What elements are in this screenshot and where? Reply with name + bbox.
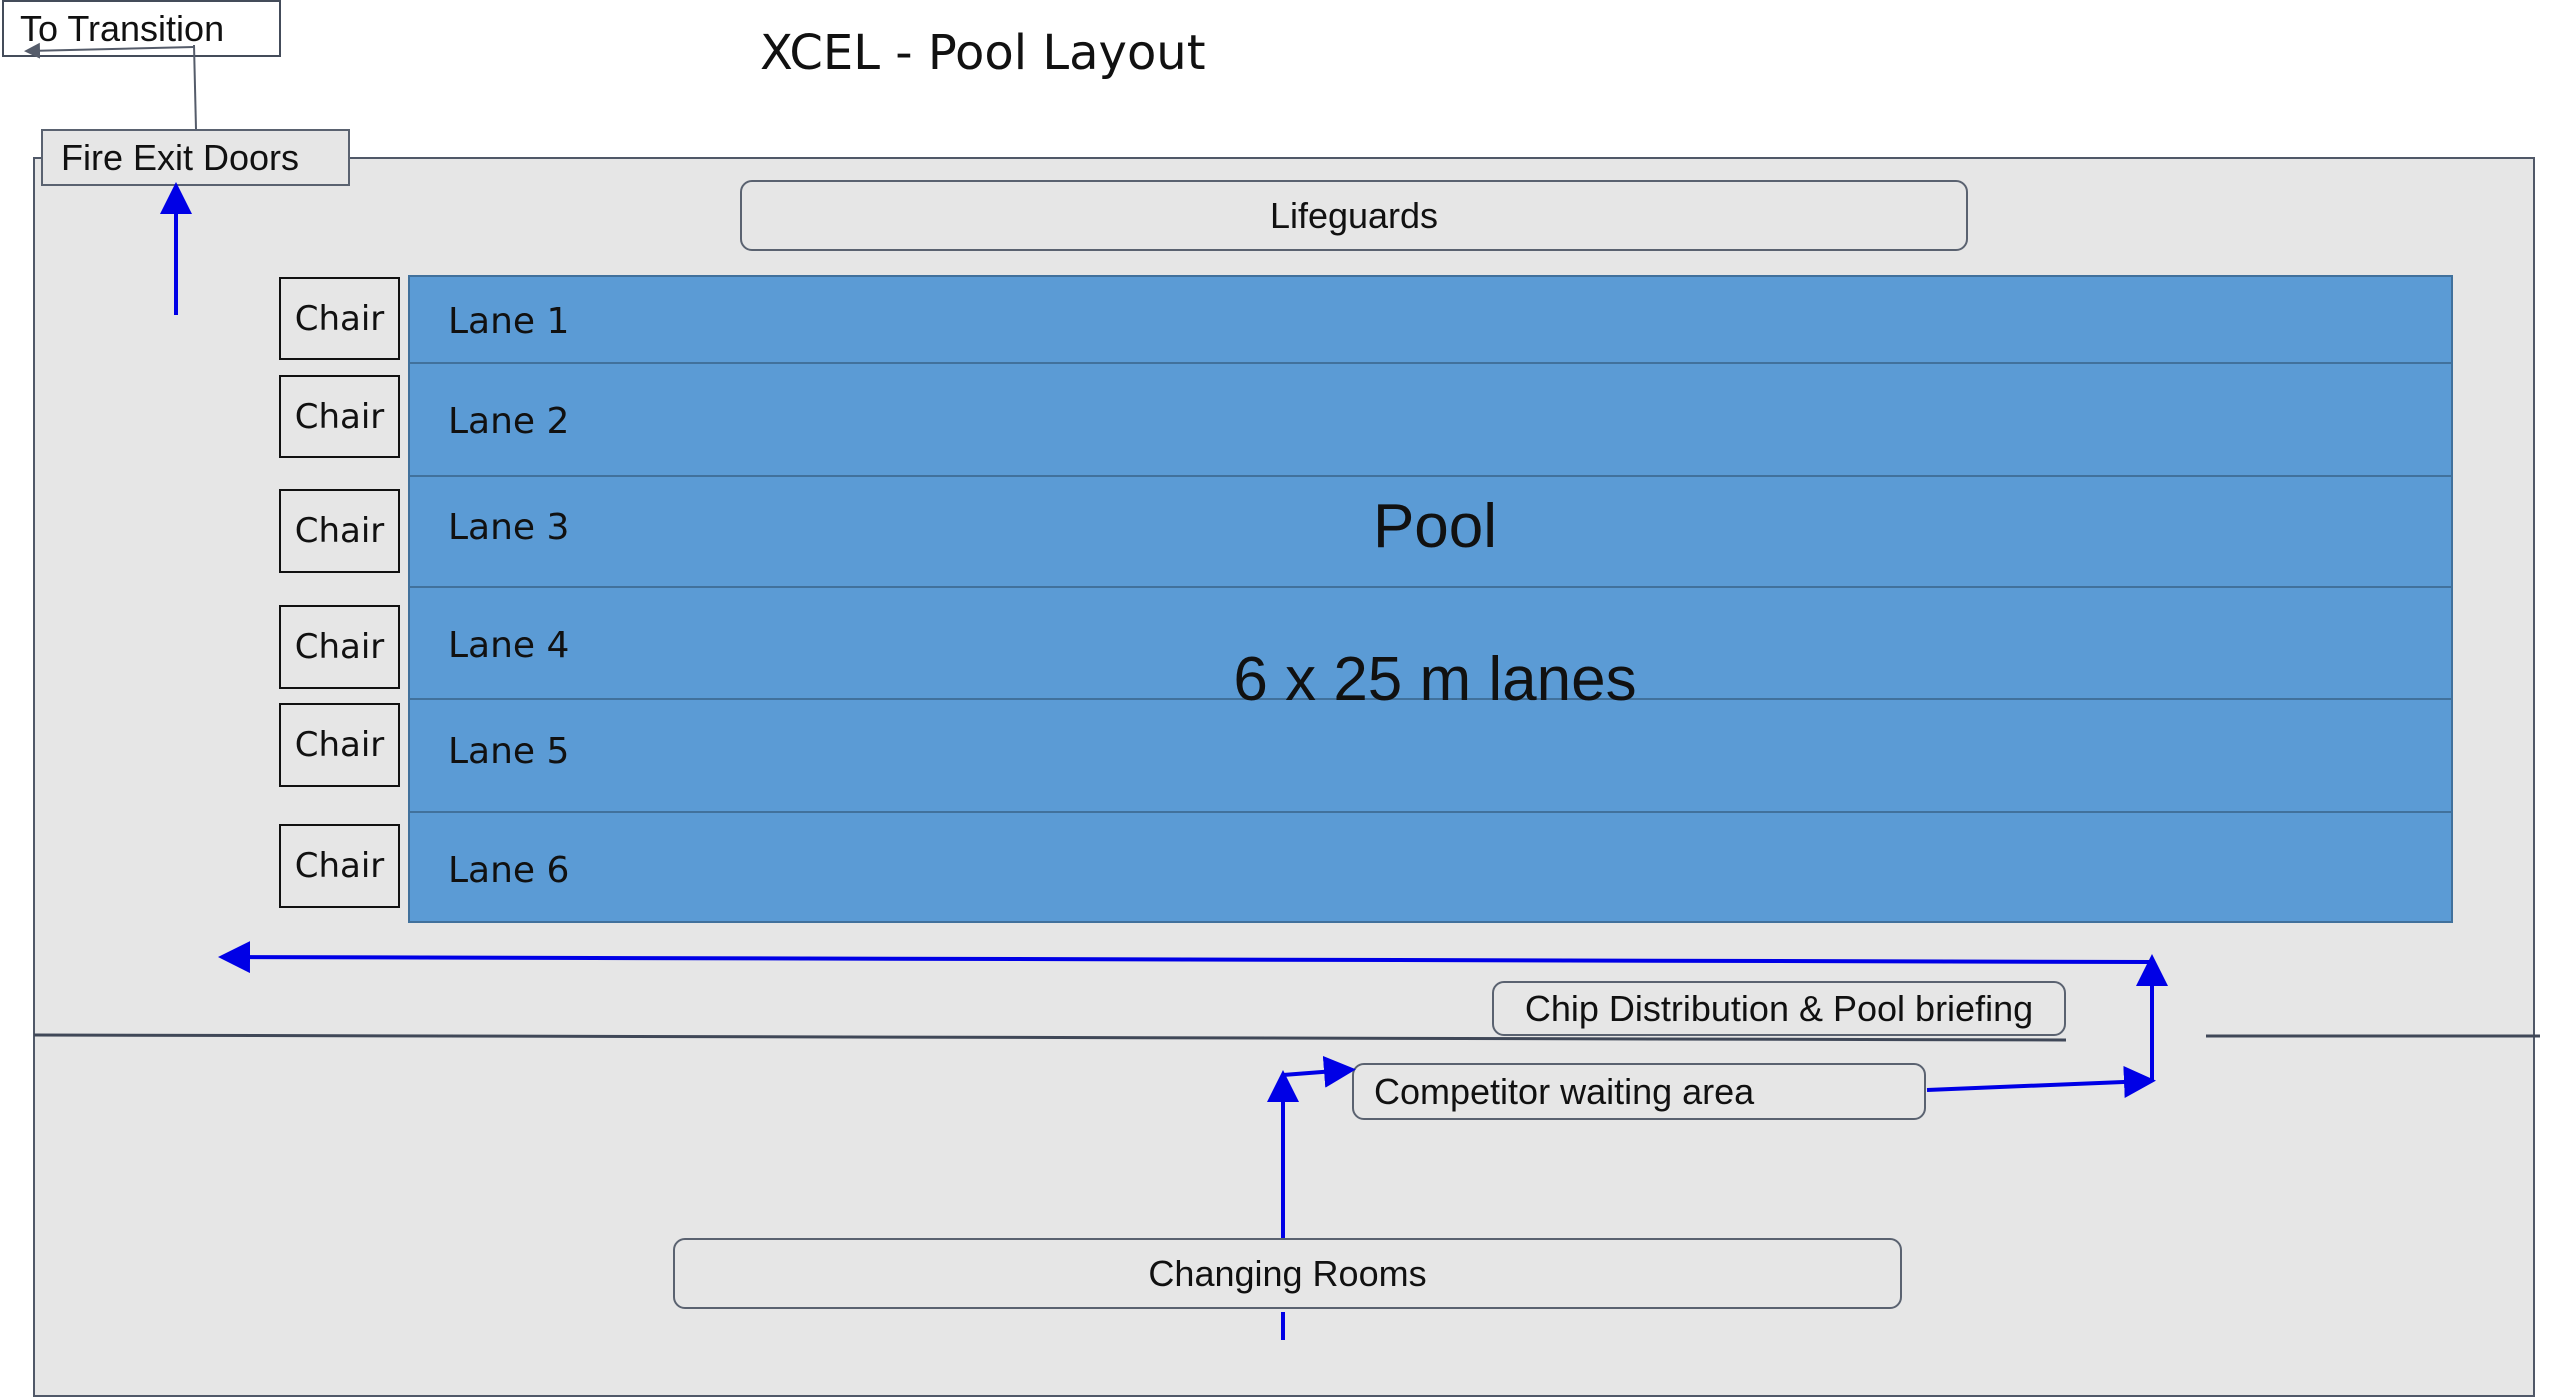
flow-arrows: [24, 42, 2168, 1340]
poolside-walkway-arrow: [218, 941, 2151, 974]
waiting-to-briefing-arrow: [1926, 954, 2168, 1098]
changing-to-waiting-arrow: [1267, 1055, 1356, 1340]
to-transition-arrow: [24, 42, 197, 130]
